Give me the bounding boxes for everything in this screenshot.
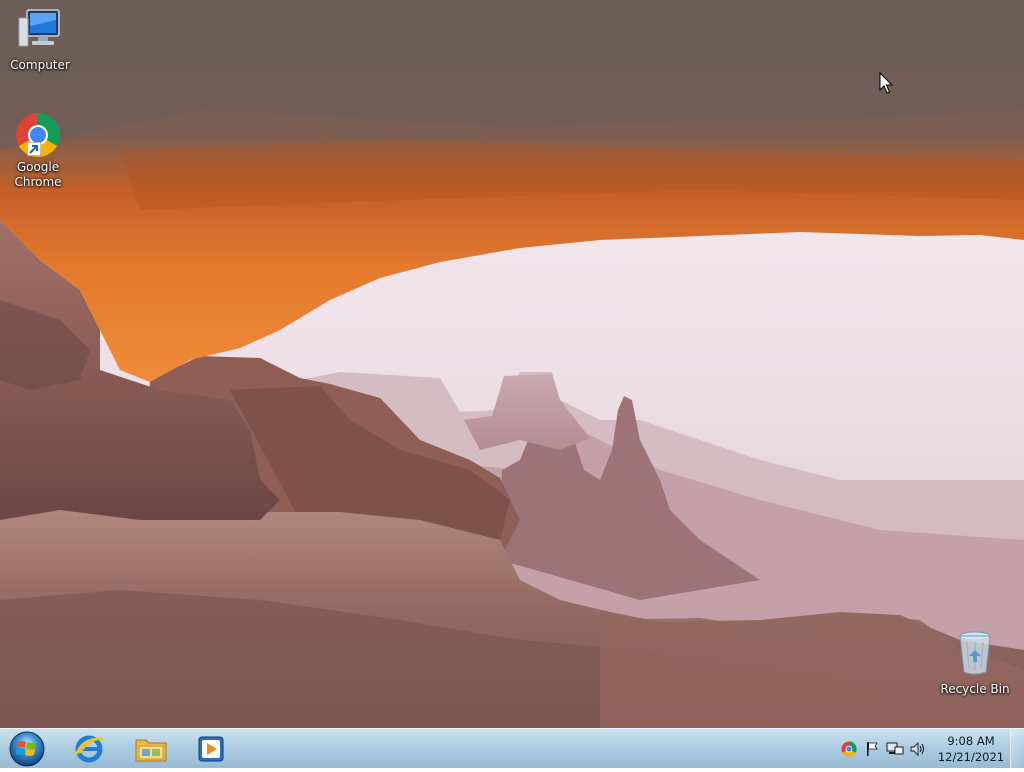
file-explorer-icon [135, 739, 167, 762]
computer-icon [2, 8, 78, 56]
mouse-pointer-icon [879, 72, 893, 94]
windows-start-orb-icon [9, 731, 45, 767]
action-center-flag-icon[interactable] [863, 740, 881, 758]
taskbar-media-player[interactable] [182, 731, 240, 767]
clock-date: 12/21/2021 [937, 750, 1005, 764]
chrome-icon [15, 112, 61, 158]
desktop-icon-google-chrome[interactable]: Google Chrome [0, 112, 76, 190]
shortcut-arrow-icon [27, 142, 41, 156]
start-button[interactable] [4, 730, 50, 768]
recycle-bin-icon [937, 630, 1013, 680]
taskbar-clock[interactable]: 9:08 AM 12/21/2021 [936, 733, 1006, 765]
desktop-icon-label: Recycle Bin [940, 682, 1010, 696]
desktop-wallpaper [0, 0, 1024, 728]
volume-icon[interactable] [909, 740, 927, 758]
desktop[interactable]: Computer Google Chrome Recycle Bin [0, 0, 1024, 728]
network-icon[interactable] [886, 740, 904, 758]
clock-time: 9:08 AM [947, 734, 995, 748]
taskbar-file-explorer[interactable] [122, 731, 180, 767]
taskbar: 9:08 AM 12/21/2021 [0, 728, 1024, 769]
desktop-icon-label: Google Chrome [14, 160, 62, 189]
desktop-icon-recycle-bin[interactable]: Recycle Bin [937, 630, 1013, 697]
notification-area: 9:08 AM 12/21/2021 [840, 729, 1006, 769]
internet-explorer-icon [74, 735, 104, 763]
taskbar-internet-explorer[interactable] [60, 731, 118, 767]
media-player-icon [198, 736, 224, 762]
desktop-icon-computer[interactable]: Computer [2, 8, 78, 73]
chrome-tray-icon[interactable] [840, 740, 858, 758]
show-desktop-button[interactable] [1010, 729, 1024, 769]
desktop-icon-label: Computer [10, 58, 70, 72]
